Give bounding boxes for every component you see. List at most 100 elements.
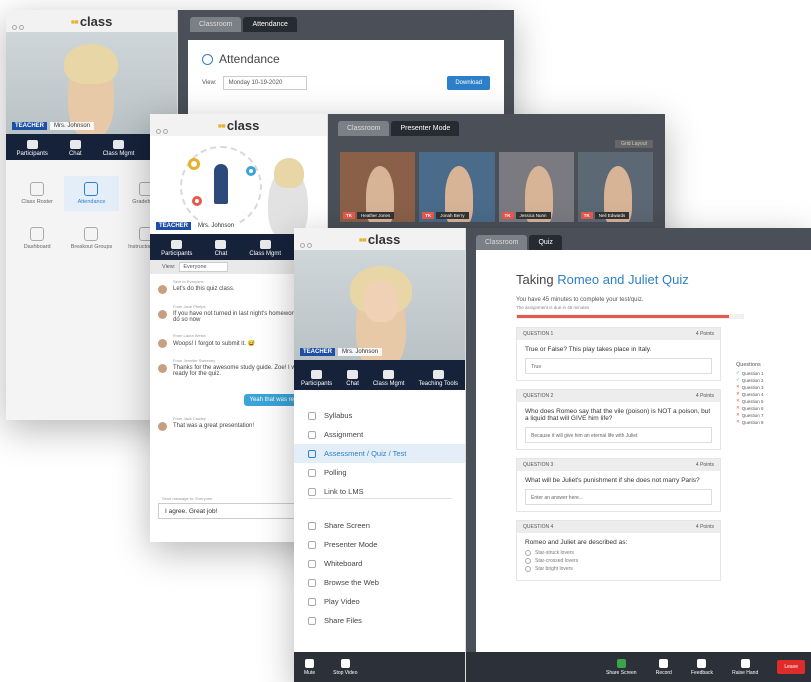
student-video[interactable]: TK Jonah Berry [419,152,495,222]
w2-tabbar: Classroom Presenter Mode [328,114,665,136]
question-header: QUESTION 2 [523,393,554,399]
x-icon: ✕ [736,419,740,424]
layout-filter-bar: Grid Layout [328,136,665,152]
avatar [158,339,167,348]
menu-icon [308,540,316,549]
raise-hand-button[interactable]: Raise Hand [732,658,758,676]
question-nav-item[interactable]: ✓ Question 1 [736,370,764,376]
option-radio[interactable]: Star-crossed lovers [525,558,712,564]
tab-classroom[interactable]: Classroom [476,235,528,250]
tab-classroom[interactable]: Classroom [190,17,242,32]
w3-logo-bar: ▪▪ class [294,228,465,250]
question-card: QUESTION 44 Points Romeo and Juliet are d… [516,520,721,581]
grid-layout-select[interactable]: Grid Layout [615,140,653,148]
teacher-tag: TEACHER [12,122,48,130]
class-logo: ▪▪ class [70,13,113,29]
student-tag: TK [422,212,435,219]
menu-item-assignment[interactable]: Assignment [294,425,465,444]
question-nav-item[interactable]: ✕ Question 8 [736,419,764,425]
question-nav-item[interactable]: ✓ Question 2 [736,377,764,383]
iconbar-item-participants[interactable]: Participants [301,367,332,390]
menu-item-share-screen[interactable]: Share Screen [294,516,465,535]
gear-icon [192,196,202,206]
answer-field[interactable]: Enter an answer here... [525,489,712,505]
iconbar-item-chat[interactable]: Chat [215,237,227,260]
question-nav: Questions ✓ Question 1 ✓ Question 2 ✕ Questio… [736,362,764,426]
question-nav-item[interactable]: ✕ Question 4 [736,391,764,397]
tab-attendance[interactable]: Attendance [243,17,297,32]
download-button[interactable]: Download [447,76,490,90]
menu-item-browse-the-web[interactable]: Browse the Web [294,573,465,592]
check-icon: ✓ [736,370,740,375]
x-icon: ✕ [736,391,740,396]
iconbar-label: Class Mgmt [372,381,405,387]
tool-icon [84,227,99,241]
participants-icon [311,370,323,379]
question-nav-item[interactable]: ✕ Question 7 [736,412,764,418]
menu-item-presenter-mode[interactable]: Presenter Mode [294,535,465,554]
question-nav-item[interactable]: ✕ Question 3 [736,384,764,390]
student-video[interactable]: TK Jessica Nunn [498,152,574,222]
x-icon: ✕ [736,398,740,403]
menu-icon [308,411,316,420]
tab-classroom[interactable]: Classroom [338,121,390,136]
menu-item-assessment-quiz-test[interactable]: Assessment / Quiz / Test [294,444,465,463]
question-nav-item[interactable]: ✕ Question 5 [736,398,764,404]
iconbar-item-class-mgmt[interactable]: Class Mgmt [249,237,281,260]
iconbar-label: Class Mgmt [102,151,135,157]
student-tag: TK [580,212,593,219]
student-video[interactable]: TK Heather Jones [340,152,416,222]
tool-icon [30,182,45,196]
record-button[interactable]: Record [656,658,672,676]
feedback-button[interactable]: Feedback [691,658,713,676]
menu-item-share-files[interactable]: Share Files [294,611,465,630]
tool-class-roster[interactable]: Class Roster [10,176,64,211]
share-screen-button[interactable]: Share Screen [606,658,637,676]
iconbar-item-participants[interactable]: Participants [161,237,192,260]
student-video-grid: TK Heather Jones TK Jonah Berry TK Jessica Nu… [328,152,665,222]
tab-presenter-mode[interactable]: Presenter Mode [391,121,460,136]
class-logo: ▪▪ class [358,231,401,247]
iconbar-label: Chat [346,381,359,387]
avatar [158,285,167,294]
x-icon: ✕ [736,405,740,410]
menu-icon [308,521,316,530]
option-radio[interactable]: Star bright lovers [525,566,712,572]
iconbar-item-chat[interactable]: Chat [69,137,82,160]
iconbar-item-teaching-tools[interactable]: Teaching Tools [418,367,458,390]
tab-quiz[interactable]: Quiz [529,235,562,250]
menu-item-syllabus[interactable]: Syllabus [294,406,465,425]
tool-breakout-groups[interactable]: Breakout Groups [64,221,118,256]
chat-view-select[interactable]: Everyone [179,262,228,272]
option-radio[interactable]: Star-struck lovers [525,550,712,556]
iconbar-item-chat[interactable]: Chat [346,367,359,390]
iconbar-item-participants[interactable]: Participants [17,137,48,160]
teacher-face [364,280,398,322]
menu-item-whiteboard[interactable]: Whiteboard [294,554,465,573]
tool-dashboard[interactable]: Dashboard [10,221,64,256]
menu-item-play-video[interactable]: Play Video [294,592,465,611]
stop-video-button[interactable]: Stop Video [333,658,358,676]
menu-item-polling[interactable]: Polling [294,463,465,482]
stop-video-icon [340,658,350,668]
question-points: 4 Points [695,393,714,399]
student-video[interactable]: TK Neil Edwards [577,152,653,222]
teacher-hair [274,158,304,188]
w1-logo-bar: ▪▪ class [6,10,177,32]
iconbar-item-class-mgmt[interactable]: Class Mgmt [373,367,405,390]
leave-button[interactable]: Leave [777,660,805,674]
tool-attendance[interactable]: Attendance [64,176,119,211]
question-nav-item[interactable]: ✕ Question 6 [736,405,764,411]
class-mgmt-icon [113,140,125,149]
iconbar-item-class-mgmt[interactable]: Class Mgmt [102,137,135,160]
answer-field[interactable]: True [525,358,712,374]
mute-button[interactable]: Mute [304,658,315,676]
teaching-menu: Syllabus Assignment Assessment / Quiz / Te… [294,406,465,501]
date-select[interactable]: Monday 10-19-2020 [222,76,308,90]
check-icon: ✓ [736,377,740,382]
student-name: Jessica Nunn [515,212,551,219]
record-icon [659,658,669,668]
answer-field[interactable]: Because it will give him an eternal life… [525,427,712,443]
w3-bottom-left: Mute Stop Video [294,652,465,682]
class-mgmt-icon [383,370,395,379]
